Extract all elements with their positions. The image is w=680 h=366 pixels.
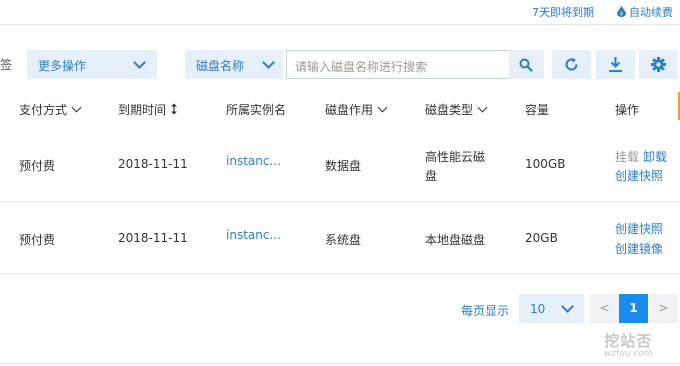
row2-instance-link[interactable]: instanc... [226,228,281,242]
row1-snapshot-link[interactable]: 创建快照 [615,167,663,184]
col-header-role-label: 磁盘作用 [325,103,374,117]
row1-mount-disabled: 挂载 [615,150,640,164]
sort-icon [171,103,178,115]
row1-payment: 预付费 [19,159,56,173]
search-icon [519,58,533,72]
chevron-down-icon [133,56,146,69]
watermark-domain: wzfou.com [604,349,653,359]
chevron-down-icon [561,300,574,313]
row2-payment: 预付费 [19,233,56,247]
per-page-value: 10 [530,302,546,316]
search-input[interactable]: 请输入磁盘名称进行搜索 [286,50,510,79]
search-placeholder: 请输入磁盘名称进行搜索 [295,60,428,74]
watermark: 挖站否 wzfou.com [604,330,653,359]
download-icon [609,57,622,72]
search-field-select[interactable]: 磁盘名称 [185,50,283,79]
row1-expire: 2018-11-11 [118,157,188,171]
col-header-capacity: 容量 [525,103,550,117]
col-header-role[interactable]: 磁盘作用 [325,101,388,118]
row2-role: 系统盘 [325,233,362,247]
gear-icon [651,57,666,72]
prev-page-button[interactable]: < [590,294,619,323]
more-actions-dropdown[interactable]: 更多操作 [27,50,157,79]
download-button[interactable] [596,50,635,79]
svg-text:¥: ¥ [620,12,623,18]
search-button[interactable] [509,50,544,79]
chevron-down-icon [477,102,488,113]
yen-drop-icon: ¥ [617,6,626,17]
col-header-instance: 所属实例名 [226,103,287,117]
col-header-payment-label: 支付方式 [19,103,68,117]
col-header-payment[interactable]: 支付方式 [19,101,82,118]
more-actions-label: 更多操作 [38,59,87,73]
chevron-down-icon [262,56,275,69]
row1-type-line2: 盘 [425,169,438,183]
per-page-label: 每页显示 [461,304,510,318]
bottom-divider [0,363,680,364]
row1-unmount-link[interactable]: 卸载 [643,148,667,165]
row1-instance-link[interactable]: instanc... [226,154,281,168]
row2-type: 本地盘磁盘 [425,233,486,247]
refresh-icon [565,57,578,71]
col-header-type-label: 磁盘类型 [425,103,474,117]
row1-role: 数据盘 [325,159,362,173]
next-page-button[interactable]: > [649,294,678,323]
refresh-button[interactable] [552,50,591,79]
row1-capacity: 100GB [525,157,566,171]
row-divider [0,273,680,274]
watermark-title: 挖站否 [604,332,653,350]
search-field-label: 磁盘名称 [196,59,245,73]
tag-label-fragment: 签 [0,58,13,72]
col-header-type[interactable]: 磁盘类型 [425,101,488,118]
chevron-down-icon [377,102,388,113]
row2-snapshot-link[interactable]: 创建快照 [615,220,663,237]
settings-button[interactable] [639,50,678,79]
col-header-actions: 操作 [615,103,640,117]
row2-expire: 2018-11-11 [118,231,188,245]
page-1-button[interactable]: 1 [619,294,648,323]
auto-renew-link[interactable]: ¥ 自动续费 [617,4,673,20]
per-page-select[interactable]: 10 [519,294,584,323]
row2-capacity: 20GB [525,231,558,245]
auto-renew-label: 自动续费 [629,6,673,19]
row1-type-line1: 高性能云磁 [425,150,486,164]
row2-image-link[interactable]: 创建镜像 [615,240,663,257]
col-header-expire[interactable]: 到期时间 [118,101,178,118]
chevron-down-icon [71,102,82,113]
col-header-expire-label: 到期时间 [118,103,167,117]
expiring-link[interactable]: 7天即将到期 [532,4,594,20]
row-divider [0,201,680,202]
